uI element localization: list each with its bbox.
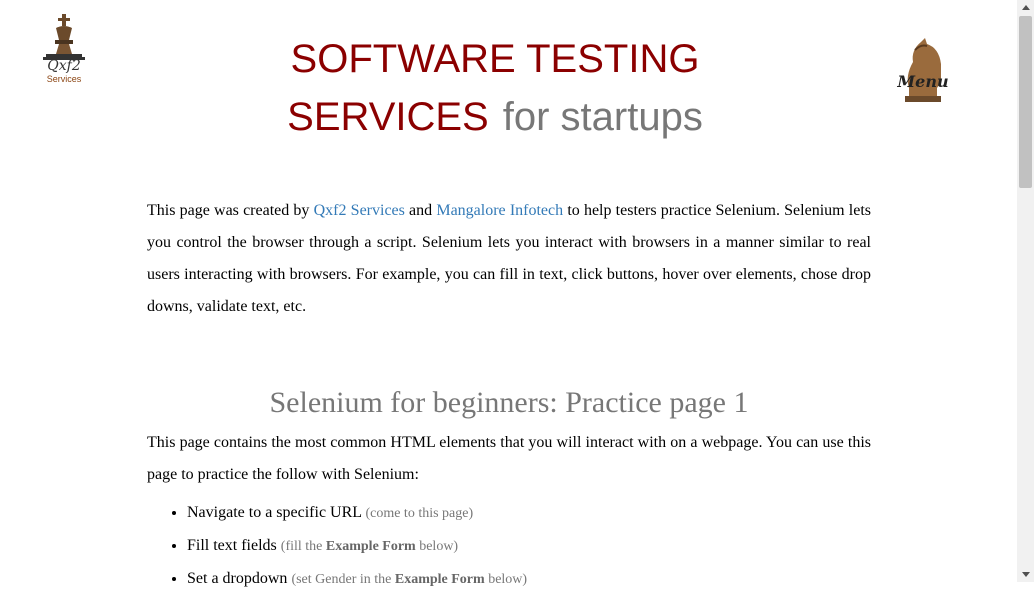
scroll-thumb[interactable] <box>1019 16 1032 188</box>
list-item-text: Fill text fields <box>187 537 281 554</box>
qxf2-logo[interactable]: Qxf2 Services <box>38 14 90 86</box>
qxf2-services-link[interactable]: Qxf2 Services <box>314 202 405 219</box>
list-item: Navigate to a specific URL (come to this… <box>187 497 871 530</box>
mangalore-infotech-link[interactable]: Mangalore Infotech <box>436 202 563 219</box>
list-item-text: Set a dropdown <box>187 570 292 587</box>
list-item: Set a dropdown (set Gender in the Exampl… <box>187 563 871 596</box>
intro-paragraph: This page was created by Qxf2 Services a… <box>147 195 871 323</box>
scroll-down-icon[interactable] <box>1022 572 1030 577</box>
heading-line2: SERVICES <box>287 95 489 139</box>
list-item-note: (come to this page) <box>365 506 474 521</box>
logo-text: Qxf2 <box>47 58 81 74</box>
practice-list: Navigate to a specific URL (come to this… <box>147 497 871 596</box>
list-item-note: (set Gender in the Example Form below) <box>291 572 528 587</box>
menu-button[interactable]: Menu <box>895 36 951 104</box>
list-item-note: (fill the Example Form below) <box>280 539 459 554</box>
intro-text-1: This page was created by <box>147 202 314 219</box>
section-title: Selenium for beginners: Practice page 1 <box>269 386 749 419</box>
vertical-scrollbar[interactable] <box>1017 0 1034 582</box>
logo-subtext: Services <box>46 74 82 84</box>
section-description: This page contains the most common HTML … <box>147 434 871 483</box>
intro-text-2: and <box>404 202 437 219</box>
menu-label: Menu <box>897 72 949 91</box>
heading-line1: SOFTWARE TESTING <box>290 37 700 81</box>
page-heading: SOFTWARE TESTING SERVICES for startups <box>260 30 730 146</box>
main-content: This page was created by Qxf2 Services a… <box>147 195 871 596</box>
chess-knight-icon <box>905 38 941 102</box>
list-item: Fill text fields (fill the Example Form … <box>187 530 871 563</box>
heading-tagline: for startups <box>502 95 703 139</box>
scroll-up-icon[interactable] <box>1022 5 1030 10</box>
list-item-text: Navigate to a specific URL <box>187 504 366 521</box>
